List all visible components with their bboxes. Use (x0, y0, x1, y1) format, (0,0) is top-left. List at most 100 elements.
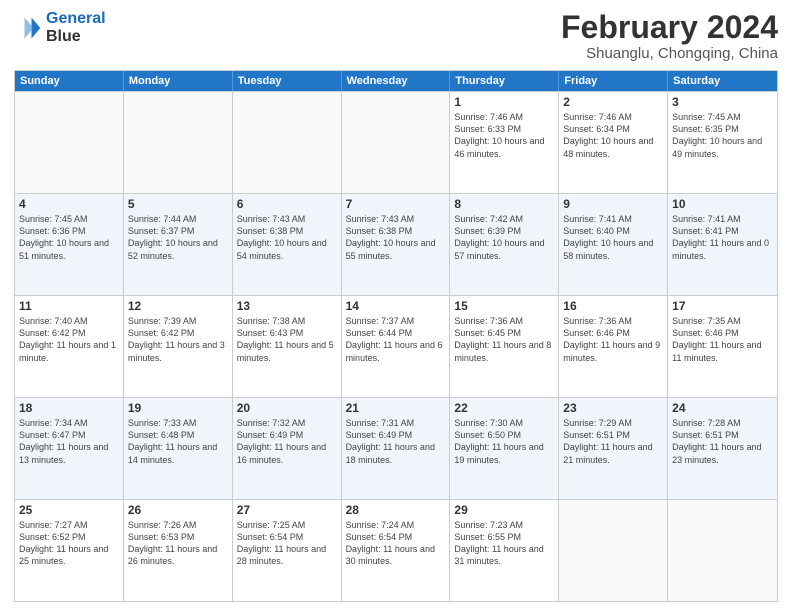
cell-sun-info: Sunrise: 7:38 AM Sunset: 6:43 PM Dayligh… (237, 315, 337, 364)
calendar-cell-3-7: 17Sunrise: 7:35 AM Sunset: 6:46 PM Dayli… (668, 296, 777, 397)
calendar-week-2: 4 Sunrise: 7:45 AM Sunset: 6:36 PM Daylig… (15, 193, 777, 295)
day-number: 2 (563, 95, 663, 109)
day-number: 4 (19, 197, 119, 211)
calendar-cell-3-4: 14Sunrise: 7:37 AM Sunset: 6:44 PM Dayli… (342, 296, 451, 397)
day-number: 7 (346, 197, 446, 211)
calendar-cell-4-1: 18 Sunrise: 7:34 AM Sunset: 6:47 PM Dayli… (15, 398, 124, 499)
cell-sun-info: Sunrise: 7:41 AM Sunset: 6:40 PM Dayligh… (563, 213, 663, 262)
calendar-cell-3-1: 11 Sunrise: 7:40 AM Sunset: 6:42 PM Dayli… (15, 296, 124, 397)
cell-sun-info: Sunrise: 7:33 AM Sunset: 6:48 PM Dayligh… (128, 417, 228, 466)
day-number: 23 (563, 401, 663, 415)
cell-sun-info: Sunrise: 7:42 AM Sunset: 6:39 PM Dayligh… (454, 213, 554, 262)
title-block: February 2024 Shuanglu, Chongqing, China (561, 10, 778, 62)
day-number: 8 (454, 197, 554, 211)
day-number: 15 (454, 299, 554, 313)
header-cell-saturday: Saturday (668, 71, 777, 91)
cell-sun-info: Sunrise: 7:24 AM Sunset: 6:54 PM Dayligh… (346, 519, 446, 568)
header-cell-friday: Friday (559, 71, 668, 91)
cell-sun-info: Sunrise: 7:40 AM Sunset: 6:42 PM Dayligh… (19, 315, 119, 364)
calendar-cell-2-5: 8 Sunrise: 7:42 AM Sunset: 6:39 PM Daylig… (450, 194, 559, 295)
day-number: 21 (346, 401, 446, 415)
logo-icon (14, 14, 42, 42)
calendar-cell-2-1: 4 Sunrise: 7:45 AM Sunset: 6:36 PM Daylig… (15, 194, 124, 295)
calendar-cell-5-3: 27 Sunrise: 7:25 AM Sunset: 6:54 PM Dayli… (233, 500, 342, 601)
day-number: 27 (237, 503, 337, 517)
header-cell-tuesday: Tuesday (233, 71, 342, 91)
calendar-cell-5-6 (559, 500, 668, 601)
cell-sun-info: Sunrise: 7:43 AM Sunset: 6:38 PM Dayligh… (346, 213, 446, 262)
day-number: 3 (672, 95, 773, 109)
header-cell-thursday: Thursday (450, 71, 559, 91)
month-title: February 2024 (561, 10, 778, 45)
calendar-cell-2-6: 9Sunrise: 7:41 AM Sunset: 6:40 PM Daylig… (559, 194, 668, 295)
calendar-cell-2-4: 7 Sunrise: 7:43 AM Sunset: 6:38 PM Daylig… (342, 194, 451, 295)
day-number: 6 (237, 197, 337, 211)
cell-sun-info: Sunrise: 7:29 AM Sunset: 6:51 PM Dayligh… (563, 417, 663, 466)
location-subtitle: Shuanglu, Chongqing, China (561, 45, 778, 62)
cell-sun-info: Sunrise: 7:44 AM Sunset: 6:37 PM Dayligh… (128, 213, 228, 262)
day-number: 22 (454, 401, 554, 415)
calendar-cell-4-5: 22 Sunrise: 7:30 AM Sunset: 6:50 PM Dayli… (450, 398, 559, 499)
cell-sun-info: Sunrise: 7:31 AM Sunset: 6:49 PM Dayligh… (346, 417, 446, 466)
calendar-cell-4-3: 20Sunrise: 7:32 AM Sunset: 6:49 PM Dayli… (233, 398, 342, 499)
calendar-cell-1-4 (342, 92, 451, 193)
calendar-cell-2-2: 5Sunrise: 7:44 AM Sunset: 6:37 PM Daylig… (124, 194, 233, 295)
calendar-cell-5-7 (668, 500, 777, 601)
cell-sun-info: Sunrise: 7:37 AM Sunset: 6:44 PM Dayligh… (346, 315, 446, 364)
logo-line2: Blue (46, 28, 106, 46)
calendar-cell-3-2: 12Sunrise: 7:39 AM Sunset: 6:42 PM Dayli… (124, 296, 233, 397)
calendar-week-1: 1Sunrise: 7:46 AM Sunset: 6:33 PM Daylig… (15, 91, 777, 193)
cell-sun-info: Sunrise: 7:45 AM Sunset: 6:36 PM Dayligh… (19, 213, 119, 262)
calendar-cell-4-2: 19Sunrise: 7:33 AM Sunset: 6:48 PM Dayli… (124, 398, 233, 499)
calendar-header: SundayMondayTuesdayWednesdayThursdayFrid… (15, 71, 777, 91)
day-number: 13 (237, 299, 337, 313)
calendar-body: 1Sunrise: 7:46 AM Sunset: 6:33 PM Daylig… (15, 91, 777, 601)
calendar-cell-3-3: 13 Sunrise: 7:38 AM Sunset: 6:43 PM Dayli… (233, 296, 342, 397)
cell-sun-info: Sunrise: 7:45 AM Sunset: 6:35 PM Dayligh… (672, 111, 773, 160)
calendar-cell-1-3 (233, 92, 342, 193)
calendar: SundayMondayTuesdayWednesdayThursdayFrid… (14, 70, 778, 602)
cell-sun-info: Sunrise: 7:30 AM Sunset: 6:50 PM Dayligh… (454, 417, 554, 466)
header-cell-sunday: Sunday (15, 71, 124, 91)
cell-sun-info: Sunrise: 7:25 AM Sunset: 6:54 PM Dayligh… (237, 519, 337, 568)
calendar-cell-4-6: 23 Sunrise: 7:29 AM Sunset: 6:51 PM Dayli… (559, 398, 668, 499)
day-number: 28 (346, 503, 446, 517)
cell-sun-info: Sunrise: 7:41 AM Sunset: 6:41 PM Dayligh… (672, 213, 773, 262)
day-number: 26 (128, 503, 228, 517)
calendar-week-5: 25 Sunrise: 7:27 AM Sunset: 6:52 PM Dayli… (15, 499, 777, 601)
cell-sun-info: Sunrise: 7:32 AM Sunset: 6:49 PM Dayligh… (237, 417, 337, 466)
cell-sun-info: Sunrise: 7:23 AM Sunset: 6:55 PM Dayligh… (454, 519, 554, 568)
cell-sun-info: Sunrise: 7:39 AM Sunset: 6:42 PM Dayligh… (128, 315, 228, 364)
day-number: 16 (563, 299, 663, 313)
calendar-cell-3-5: 15 Sunrise: 7:36 AM Sunset: 6:45 PM Dayli… (450, 296, 559, 397)
day-number: 24 (672, 401, 773, 415)
header: General Blue February 2024 Shuanglu, Cho… (14, 10, 778, 62)
calendar-cell-1-7: 3 Sunrise: 7:45 AM Sunset: 6:35 PM Daylig… (668, 92, 777, 193)
day-number: 17 (672, 299, 773, 313)
day-number: 10 (672, 197, 773, 211)
day-number: 25 (19, 503, 119, 517)
cell-sun-info: Sunrise: 7:28 AM Sunset: 6:51 PM Dayligh… (672, 417, 773, 466)
logo-text: General Blue (46, 10, 106, 45)
calendar-cell-5-5: 29 Sunrise: 7:23 AM Sunset: 6:55 PM Dayli… (450, 500, 559, 601)
calendar-week-3: 11 Sunrise: 7:40 AM Sunset: 6:42 PM Dayli… (15, 295, 777, 397)
cell-sun-info: Sunrise: 7:27 AM Sunset: 6:52 PM Dayligh… (19, 519, 119, 568)
day-number: 29 (454, 503, 554, 517)
cell-sun-info: Sunrise: 7:43 AM Sunset: 6:38 PM Dayligh… (237, 213, 337, 262)
day-number: 18 (19, 401, 119, 415)
day-number: 11 (19, 299, 119, 313)
calendar-cell-3-6: 16Sunrise: 7:36 AM Sunset: 6:46 PM Dayli… (559, 296, 668, 397)
header-cell-monday: Monday (124, 71, 233, 91)
calendar-cell-5-1: 25 Sunrise: 7:27 AM Sunset: 6:52 PM Dayli… (15, 500, 124, 601)
calendar-cell-1-1 (15, 92, 124, 193)
logo-line1: General (46, 10, 106, 27)
calendar-cell-4-7: 24 Sunrise: 7:28 AM Sunset: 6:51 PM Dayli… (668, 398, 777, 499)
calendar-cell-1-5: 1Sunrise: 7:46 AM Sunset: 6:33 PM Daylig… (450, 92, 559, 193)
calendar-cell-1-6: 2 Sunrise: 7:46 AM Sunset: 6:34 PM Daylig… (559, 92, 668, 193)
logo: General Blue (14, 10, 106, 45)
cell-sun-info: Sunrise: 7:46 AM Sunset: 6:34 PM Dayligh… (563, 111, 663, 160)
cell-sun-info: Sunrise: 7:36 AM Sunset: 6:45 PM Dayligh… (454, 315, 554, 364)
cell-sun-info: Sunrise: 7:34 AM Sunset: 6:47 PM Dayligh… (19, 417, 119, 466)
calendar-week-4: 18 Sunrise: 7:34 AM Sunset: 6:47 PM Dayli… (15, 397, 777, 499)
cell-sun-info: Sunrise: 7:46 AM Sunset: 6:33 PM Dayligh… (454, 111, 554, 160)
